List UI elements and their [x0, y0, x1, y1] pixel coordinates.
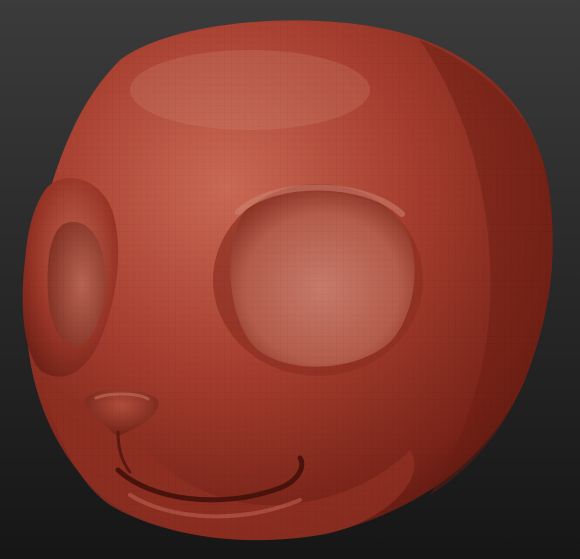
wireframe-overlay	[26, 20, 553, 541]
sculpt-model[interactable]	[0, 0, 580, 559]
sculpt-viewport[interactable]	[0, 0, 580, 559]
